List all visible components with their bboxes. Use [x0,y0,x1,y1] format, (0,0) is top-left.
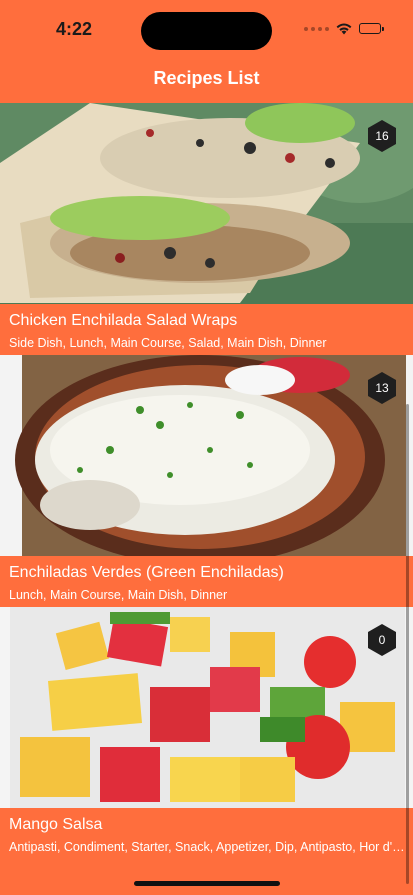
page-title: Recipes List [153,68,260,88]
mango-salsa-photo [0,607,413,808]
recipe-title: Mango Salsa [9,816,103,833]
recipe-title: Chicken Enchilada Salad Wraps [9,312,238,329]
recipe-tags: Side Dish, Lunch, Main Course, Salad, Ma… [9,336,327,350]
enchiladas-photo [0,355,413,556]
recipe-card[interactable]: 13 Enchiladas Verdes (Green Enchiladas) … [0,355,413,607]
count-value: 16 [375,129,389,143]
dynamic-island [141,12,272,50]
recipe-caption: Chicken Enchilada Salad Wraps Side Dish,… [0,304,413,355]
count-badge: 0 [365,623,399,657]
count-badge: 13 [365,371,399,405]
recipe-caption: Enchiladas Verdes (Green Enchiladas) Lun… [0,556,413,607]
scroll-indicator[interactable] [406,404,409,884]
recipe-caption: Mango Salsa Antipasti, Condiment, Starte… [0,808,413,859]
status-icons [304,22,384,35]
recipe-tags: Antipasti, Condiment, Starter, Snack, Ap… [9,840,405,854]
recipe-title: Enchiladas Verdes (Green Enchiladas) [9,564,284,581]
count-value: 13 [375,381,389,395]
recipe-tags: Lunch, Main Course, Main Dish, Dinner [9,588,228,602]
signal-icon [304,26,329,31]
count-badge: 16 [365,119,399,153]
status-time: 4:22 [56,19,93,39]
recipe-card[interactable]: 0 Mango Salsa Antipasti, Condiment, Star… [0,607,413,859]
battery-icon [359,23,384,34]
wrap-photo [0,103,413,304]
home-indicator[interactable] [134,881,280,886]
recipes-list[interactable]: 16 Chicken Enchilada Salad Wraps Side Di… [0,103,413,859]
navigation-bar: 4:22 Recipes List [0,0,413,103]
count-value: 0 [378,633,386,647]
bottom-strip [0,859,413,895]
recipe-card[interactable]: 16 Chicken Enchilada Salad Wraps Side Di… [0,103,413,355]
wifi-icon [336,23,352,35]
recipes-screen: 4:22 Recipes List 16 Chicken Enchilada S… [0,0,413,895]
